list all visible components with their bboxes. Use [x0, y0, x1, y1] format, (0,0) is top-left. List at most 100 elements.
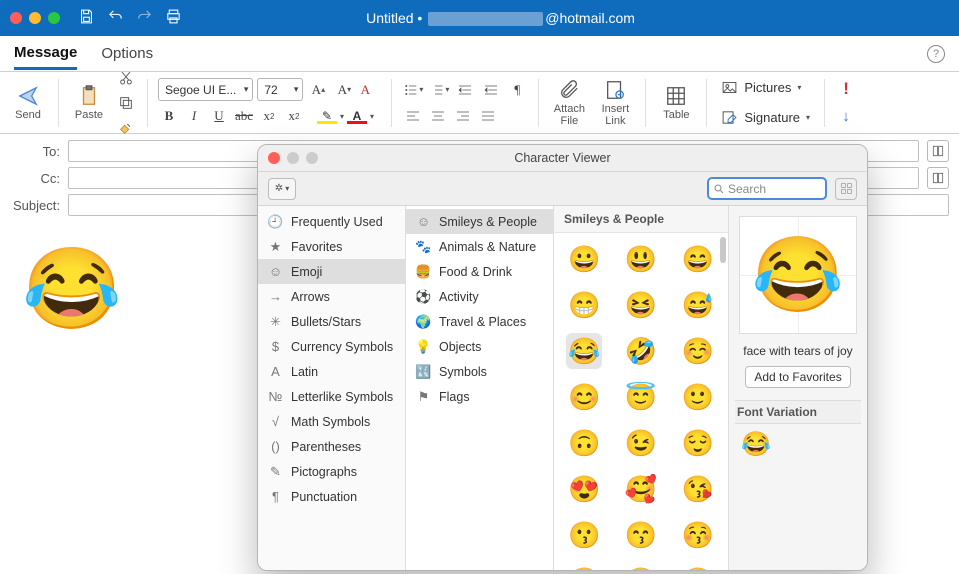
- high-importance-icon[interactable]: !: [835, 78, 857, 100]
- font-variation-emoji[interactable]: 😂: [735, 424, 861, 465]
- increase-indent-button[interactable]: [480, 79, 502, 101]
- cv-subcategory-item[interactable]: 💡Objects: [406, 334, 553, 359]
- show-marks-button[interactable]: ¶: [506, 79, 528, 101]
- emoji-cell[interactable]: 😘: [680, 471, 716, 507]
- cv-category-item[interactable]: №Letterlike Symbols: [258, 384, 405, 409]
- highlight-color-dropdown[interactable]: ▾: [340, 112, 344, 121]
- cc-contacts-button[interactable]: [927, 167, 949, 189]
- emoji-cell[interactable]: 😝: [680, 563, 716, 570]
- emoji-cell[interactable]: 😅: [680, 287, 716, 323]
- signature-button[interactable]: Signature▾: [717, 106, 814, 130]
- emoji-cell[interactable]: 😌: [680, 425, 716, 461]
- font-size-select[interactable]: 72: [257, 78, 303, 101]
- undo-icon[interactable]: [107, 8, 124, 29]
- paste-button[interactable]: Paste: [69, 77, 109, 129]
- cv-search-input[interactable]: Search: [707, 177, 827, 200]
- subscript-button[interactable]: x2: [258, 105, 280, 127]
- emoji-cell[interactable]: 😂: [566, 333, 602, 369]
- cv-subcategory-item[interactable]: ☺Smileys & People: [406, 209, 553, 234]
- emoji-cell[interactable]: 😇: [623, 379, 659, 415]
- cv-category-item[interactable]: ✳Bullets/Stars: [258, 309, 405, 334]
- emoji-cell[interactable]: 😍: [566, 471, 602, 507]
- bold-button[interactable]: B: [158, 105, 180, 127]
- grow-font-icon[interactable]: A▴: [307, 79, 329, 101]
- font-name-select[interactable]: Segoe UI E...: [158, 78, 253, 101]
- numbering-button[interactable]: ▾: [428, 79, 450, 101]
- attach-file-button[interactable]: Attach File: [549, 77, 589, 129]
- cv-category-item[interactable]: ☺Emoji: [258, 259, 405, 284]
- justify-button[interactable]: [477, 105, 499, 127]
- print-icon[interactable]: [165, 8, 182, 29]
- strikethrough-button[interactable]: abc: [233, 105, 255, 127]
- cv-subcategory-item[interactable]: ⚑Flags: [406, 384, 553, 409]
- cv-emoji-grid-scroll[interactable]: 😀😃😄😁😆😅😂🤣☺️😊😇🙂🙃😉😌😍🥰😘😗😙😚😋😛😝🤪😜🤑: [554, 233, 728, 570]
- decrease-indent-button[interactable]: [454, 79, 476, 101]
- cv-gridview-button[interactable]: [835, 178, 857, 200]
- copy-icon[interactable]: [115, 92, 137, 114]
- emoji-cell[interactable]: 😛: [623, 563, 659, 570]
- emoji-cell[interactable]: 😙: [623, 517, 659, 553]
- font-color-dropdown[interactable]: ▾: [370, 112, 374, 121]
- maximize-window-button[interactable]: [48, 12, 60, 24]
- cv-category-item[interactable]: ()Parentheses: [258, 434, 405, 459]
- send-button[interactable]: Send: [8, 77, 48, 129]
- cv-category-item[interactable]: $Currency Symbols: [258, 334, 405, 359]
- cv-subcategory-item[interactable]: 🐾Animals & Nature: [406, 234, 553, 259]
- align-left-button[interactable]: [402, 105, 424, 127]
- emoji-cell[interactable]: 😆: [623, 287, 659, 323]
- bullets-button[interactable]: ▾: [402, 79, 424, 101]
- emoji-cell[interactable]: ☺️: [680, 333, 716, 369]
- help-icon[interactable]: ?: [927, 45, 945, 63]
- emoji-cell[interactable]: 😗: [566, 517, 602, 553]
- table-button[interactable]: Table: [656, 77, 696, 129]
- emoji-cell[interactable]: 😃: [623, 241, 659, 277]
- cv-zoom-button[interactable]: [306, 152, 318, 164]
- emoji-cell[interactable]: 😋: [566, 563, 602, 570]
- cv-subcategory-item[interactable]: 🍔Food & Drink: [406, 259, 553, 284]
- cv-subcategory-item[interactable]: 🔣Symbols: [406, 359, 553, 384]
- cv-category-item[interactable]: ✎Pictographs: [258, 459, 405, 484]
- emoji-cell[interactable]: 😚: [680, 517, 716, 553]
- align-center-button[interactable]: [427, 105, 449, 127]
- cv-subcategory-item[interactable]: 🌍Travel & Places: [406, 309, 553, 334]
- cut-icon[interactable]: [115, 67, 137, 89]
- add-to-favorites-button[interactable]: Add to Favorites: [745, 366, 850, 388]
- cv-minimize-button[interactable]: [287, 152, 299, 164]
- emoji-cell[interactable]: 🙃: [566, 425, 602, 461]
- emoji-cell[interactable]: 😀: [566, 241, 602, 277]
- font-color-button[interactable]: A: [347, 109, 367, 124]
- cv-close-button[interactable]: [268, 152, 280, 164]
- minimize-window-button[interactable]: [29, 12, 41, 24]
- emoji-cell[interactable]: 🙂: [680, 379, 716, 415]
- tab-message[interactable]: Message: [14, 38, 77, 70]
- highlight-color-button[interactable]: ✎: [317, 109, 337, 124]
- save-icon[interactable]: [78, 8, 95, 29]
- scrollbar-thumb[interactable]: [720, 237, 726, 263]
- cv-category-item[interactable]: ★Favorites: [258, 234, 405, 259]
- pictures-button[interactable]: Pictures▾: [717, 76, 814, 100]
- insert-link-button[interactable]: Insert Link: [595, 77, 635, 129]
- to-contacts-button[interactable]: [927, 140, 949, 162]
- redo-icon[interactable]: [136, 8, 153, 29]
- cv-category-item[interactable]: √Math Symbols: [258, 409, 405, 434]
- emoji-cell[interactable]: 🤣: [623, 333, 659, 369]
- emoji-cell[interactable]: 😄: [680, 241, 716, 277]
- superscript-button[interactable]: x2: [283, 105, 305, 127]
- emoji-cell[interactable]: 😁: [566, 287, 602, 323]
- cv-category-item[interactable]: ALatin: [258, 359, 405, 384]
- format-painter-icon[interactable]: [115, 117, 137, 139]
- tab-options[interactable]: Options: [101, 39, 153, 68]
- cv-category-item[interactable]: ¶Punctuation: [258, 484, 405, 509]
- align-right-button[interactable]: [452, 105, 474, 127]
- cv-category-item[interactable]: →Arrows: [258, 284, 405, 309]
- close-window-button[interactable]: [10, 12, 22, 24]
- emoji-cell[interactable]: 😉: [623, 425, 659, 461]
- cv-subcategory-item[interactable]: ⚽Activity: [406, 284, 553, 309]
- underline-button[interactable]: U: [208, 105, 230, 127]
- cv-category-item[interactable]: 🕘Frequently Used: [258, 209, 405, 234]
- italic-button[interactable]: I: [183, 105, 205, 127]
- emoji-cell[interactable]: 🥰: [623, 471, 659, 507]
- shrink-font-icon[interactable]: A▾: [333, 79, 355, 101]
- cv-settings-button[interactable]: ✲▾: [268, 178, 296, 200]
- emoji-cell[interactable]: 😊: [566, 379, 602, 415]
